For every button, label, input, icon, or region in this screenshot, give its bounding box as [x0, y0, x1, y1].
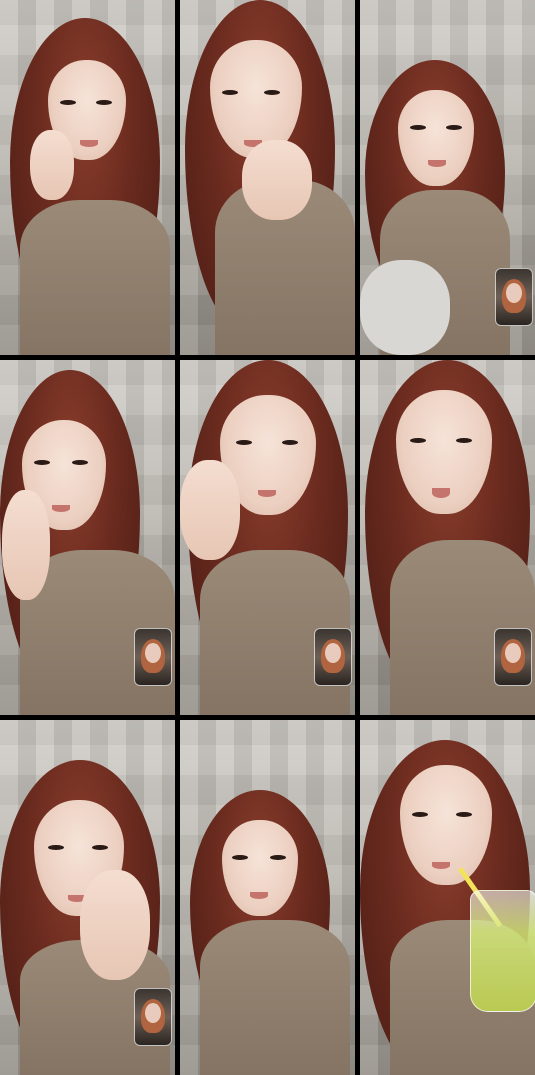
drink-cup — [470, 890, 535, 1012]
video-frame-2 — [180, 0, 355, 355]
mouth — [428, 160, 446, 167]
eye-right — [446, 125, 462, 130]
photo-collage — [0, 0, 535, 1075]
eye-right — [270, 855, 286, 860]
pip-face — [505, 643, 521, 663]
eye-left — [232, 855, 248, 860]
hand — [2, 490, 50, 600]
shirt — [20, 200, 170, 355]
eye-left — [236, 440, 252, 445]
eye-left — [412, 812, 428, 817]
mouth — [250, 892, 268, 899]
video-frame-4 — [0, 360, 175, 715]
hand — [80, 870, 150, 980]
mouth — [258, 490, 276, 497]
pip-video-thumbnail[interactable] — [314, 628, 352, 686]
hand — [242, 140, 312, 220]
eye-right — [92, 845, 108, 850]
eye-right — [456, 438, 472, 443]
pip-video-thumbnail[interactable] — [494, 628, 532, 686]
video-frame-1 — [0, 0, 175, 355]
hand — [180, 460, 240, 560]
eye-left — [410, 125, 426, 130]
shirt — [200, 920, 350, 1075]
eye-right — [72, 460, 88, 465]
video-frame-9 — [360, 720, 535, 1075]
eye-left — [48, 845, 64, 850]
mouth — [80, 140, 98, 147]
pip-face — [145, 1003, 161, 1023]
eye-right — [96, 100, 112, 105]
video-frame-8 — [180, 720, 355, 1075]
eye-left — [410, 438, 426, 443]
knee — [360, 260, 450, 355]
eye-left — [34, 460, 50, 465]
video-frame-5 — [180, 360, 355, 715]
collage-grid — [0, 0, 535, 1075]
mouth — [432, 488, 450, 498]
hand — [30, 130, 74, 200]
video-frame-7 — [0, 720, 175, 1075]
pip-video-thumbnail[interactable] — [134, 988, 172, 1046]
mouth — [52, 505, 70, 512]
pip-face — [145, 643, 161, 663]
eye-right — [282, 440, 298, 445]
pip-face — [506, 283, 522, 303]
pip-video-thumbnail[interactable] — [495, 268, 533, 326]
eye-right — [456, 812, 472, 817]
video-frame-3 — [360, 0, 535, 355]
pip-video-thumbnail[interactable] — [134, 628, 172, 686]
pip-face — [325, 643, 341, 663]
eye-left — [60, 100, 76, 105]
eye-right — [264, 90, 280, 95]
mouth — [432, 862, 450, 869]
eye-left — [222, 90, 238, 95]
video-frame-6 — [360, 360, 535, 715]
